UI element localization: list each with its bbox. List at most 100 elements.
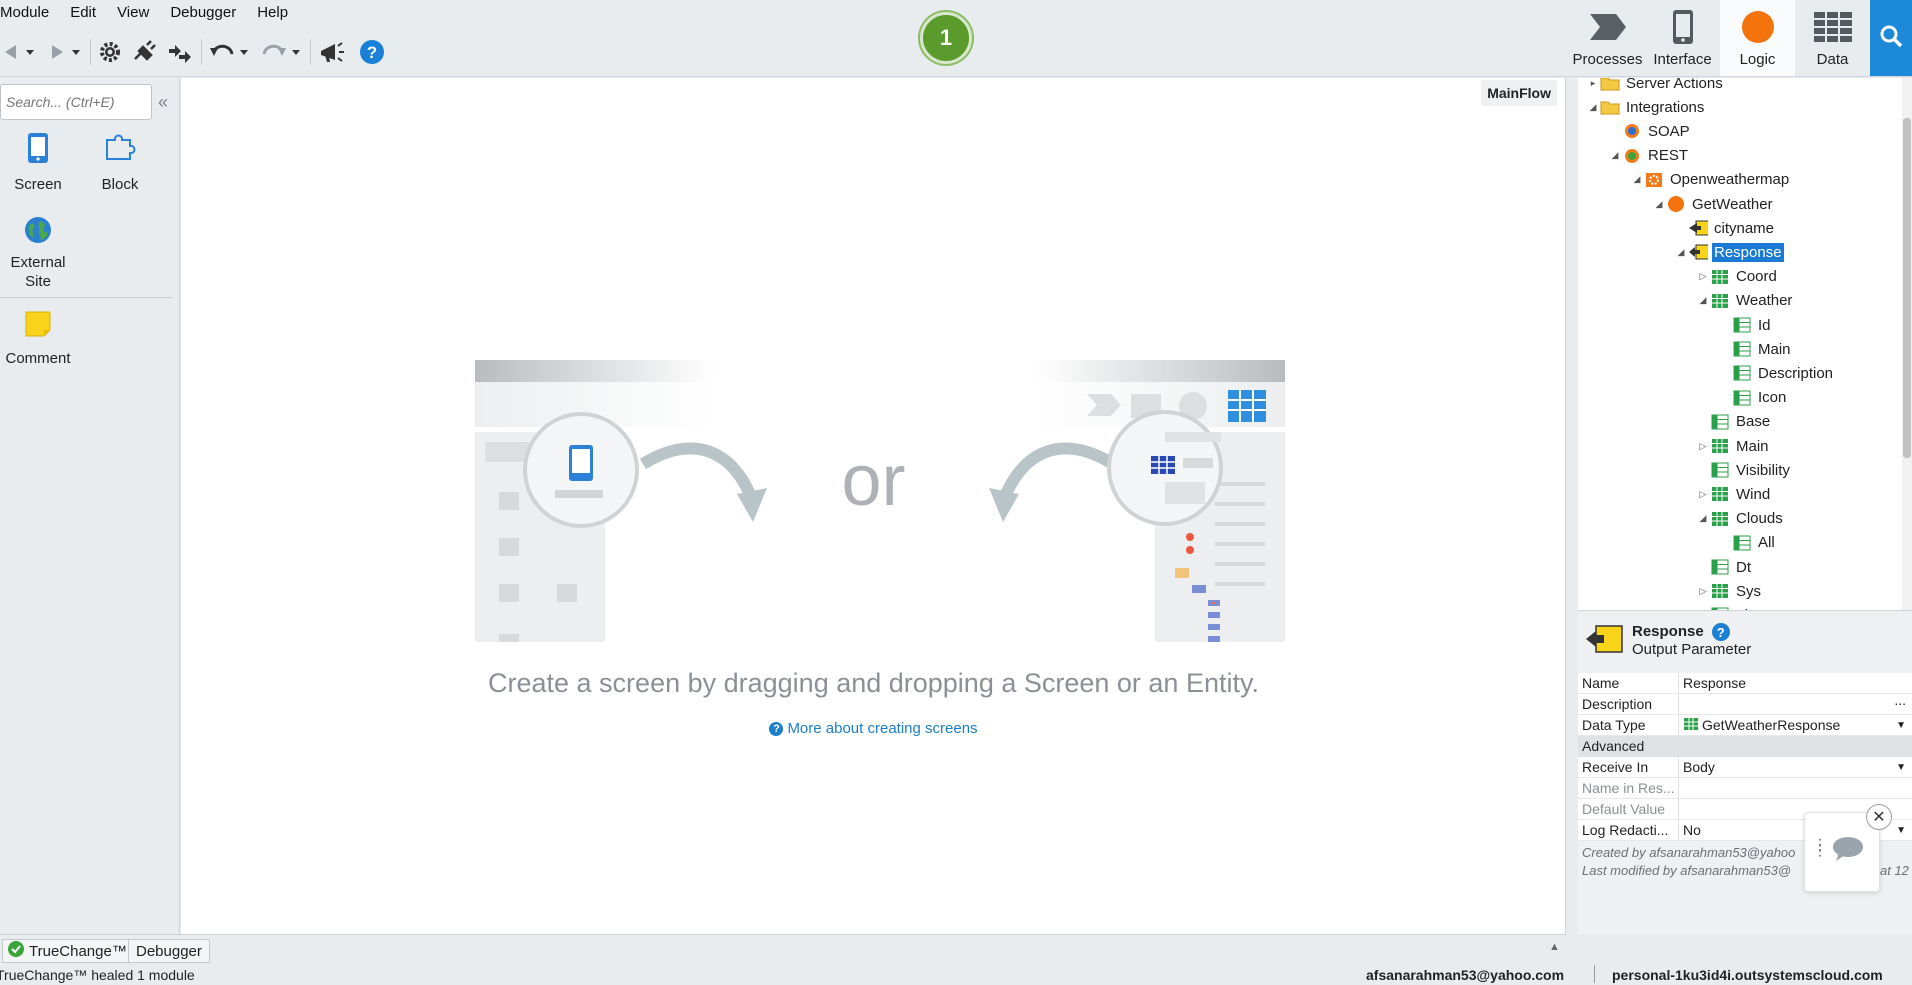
tree-node[interactable]: Main <box>1718 338 1793 360</box>
tab-truechange[interactable]: TrueChange™ <box>2 939 135 963</box>
prop-value[interactable]: Response <box>1679 673 1912 693</box>
tree-expander-icon[interactable]: ◢ <box>1696 513 1710 524</box>
tab-processes[interactable]: Processes <box>1570 0 1645 76</box>
forward-history-dropdown-icon[interactable] <box>70 38 82 66</box>
back-history-dropdown-icon[interactable] <box>24 38 36 66</box>
expand-panel-icon[interactable]: ▲ <box>1549 941 1560 953</box>
tree-expander-icon[interactable]: ◢ <box>1674 247 1688 258</box>
tree-expander-icon[interactable]: ◢ <box>1630 174 1644 185</box>
tree-node[interactable]: ◢ GetWeather <box>1652 193 1775 215</box>
tree-node[interactable]: ◢ Clouds <box>1696 508 1785 530</box>
prop-row-receive-in[interactable]: Receive In Body ▼ <box>1578 757 1912 778</box>
prop-value[interactable]: ... <box>1679 692 1912 714</box>
top-bar: Module Edit View Debugger Help ? 1 Proce… <box>0 0 1912 77</box>
toolbox-screen[interactable]: Screen <box>10 132 66 194</box>
structure-icon <box>1710 437 1730 455</box>
help-icon[interactable]: ? <box>359 38 385 66</box>
plug-icon[interactable] <box>131 38 159 66</box>
menu-edit[interactable]: Edit <box>70 0 105 26</box>
settings-gear-icon[interactable] <box>97 38 123 66</box>
help-icon[interactable]: ? <box>1711 623 1730 642</box>
tab-data[interactable]: Data <box>1795 0 1870 76</box>
redo-icon[interactable] <box>260 38 288 66</box>
dropdown-arrow-icon[interactable]: ▼ <box>1896 720 1906 731</box>
tree-expander-icon[interactable]: ▷ <box>1696 586 1710 597</box>
tree-expander-icon[interactable]: ▸ <box>1586 78 1600 89</box>
tree-expander-icon[interactable]: ▷ <box>1696 489 1710 500</box>
ellipsis-button[interactable]: ... <box>1894 692 1906 708</box>
tree-node[interactable]: ◢ Response <box>1674 241 1784 263</box>
tree-node[interactable]: SOAP <box>1608 120 1692 142</box>
tree-node[interactable]: cityname <box>1674 217 1776 239</box>
prop-row-name-in-response[interactable]: Name in Res... <box>1578 778 1912 799</box>
drag-handle-icon[interactable]: ⋮ ⋮ <box>1813 837 1827 857</box>
menu-help[interactable]: Help <box>257 0 297 26</box>
prop-row-description[interactable]: Description ... <box>1578 692 1912 715</box>
tree-node[interactable]: Visibility <box>1696 459 1792 481</box>
tree-node[interactable]: All <box>1718 532 1777 554</box>
tree-expander-icon[interactable]: ▷ <box>1696 271 1710 282</box>
dropdown-arrow-icon[interactable]: ▼ <box>1896 762 1906 773</box>
tree-expander-icon[interactable]: ◢ <box>1586 102 1600 113</box>
tree-node[interactable]: ◢ Integrations <box>1586 96 1706 118</box>
tree-scrollbar-thumb[interactable] <box>1903 118 1911 458</box>
tree-node[interactable]: ◢ REST <box>1608 145 1690 167</box>
tree-node[interactable]: Icon <box>1718 387 1788 409</box>
folder-icon <box>1600 98 1620 116</box>
dropdown-arrow-icon[interactable]: ▼ <box>1896 825 1906 836</box>
prop-value[interactable]: Body ▼ <box>1679 757 1912 777</box>
toolbox-block[interactable]: Block <box>90 132 150 194</box>
tree-node[interactable]: Id <box>1718 314 1773 336</box>
prop-row-name[interactable]: Name Response <box>1578 673 1912 694</box>
tree-node[interactable]: ◢ Openweathermap <box>1630 169 1791 191</box>
prop-value[interactable]: GetWeatherResponse ▼ <box>1679 715 1912 735</box>
divider <box>0 297 172 298</box>
tree-expander-icon[interactable]: ▷ <box>1696 441 1710 452</box>
flow-canvas[interactable]: MainFlow or Create a screen by dragging … <box>181 78 1566 934</box>
tree-node[interactable]: Dt <box>1696 556 1753 578</box>
collapse-panel-icon[interactable]: « <box>158 92 168 113</box>
mobile-device-icon <box>1671 7 1695 47</box>
svg-text:?: ? <box>367 43 377 62</box>
tree-node-label: Wind <box>1736 485 1771 503</box>
tree-scrollbar[interactable] <box>1902 78 1912 610</box>
tree-expander-icon[interactable]: ◢ <box>1652 199 1666 210</box>
tree-node[interactable]: ◢ Weather <box>1696 290 1794 312</box>
tree-node[interactable]: ▸ Server Actions <box>1586 78 1725 94</box>
menu-module[interactable]: Module <box>0 0 58 26</box>
menu-view[interactable]: View <box>117 0 158 26</box>
more-about-screens-link[interactable]: ? More about creating screens <box>181 720 1566 737</box>
plug-branch-icon[interactable] <box>165 38 193 66</box>
tab-debugger[interactable]: Debugger <box>128 939 210 963</box>
undo-icon[interactable] <box>208 38 236 66</box>
tree-node[interactable]: Description <box>1718 362 1835 384</box>
tree-expander-icon[interactable]: ◢ <box>1608 150 1622 161</box>
toolbox-search-input[interactable] <box>0 84 152 120</box>
forward-icon[interactable] <box>46 38 68 66</box>
prop-row-data-type[interactable]: Data Type GetWeatherResponse ▼ <box>1578 715 1912 736</box>
toolbox-external-site[interactable]: External Site <box>6 216 70 291</box>
global-search-button[interactable] <box>1870 0 1912 76</box>
undo-dropdown-icon[interactable] <box>238 38 250 66</box>
tree-node[interactable]: ▷ Sys <box>1696 580 1763 602</box>
tree-node[interactable]: ▷ Main <box>1696 435 1771 457</box>
prop-value[interactable] <box>1679 778 1912 798</box>
tab-interface[interactable]: Interface <box>1645 0 1720 76</box>
toolbox-comment[interactable]: Comment <box>4 310 72 368</box>
tree-node[interactable]: ▷ Wind <box>1696 483 1772 505</box>
prop-key: Data Type <box>1578 715 1679 735</box>
menu-bar: Module Edit View Debugger Help <box>0 0 309 26</box>
megaphone-feedback-icon[interactable] <box>317 38 347 66</box>
close-chat-icon[interactable]: ✕ <box>1866 804 1892 830</box>
tab-logic[interactable]: Logic <box>1720 0 1795 76</box>
redo-dropdown-icon[interactable] <box>290 38 302 66</box>
advanced-section-header[interactable]: Advanced <box>1578 736 1912 757</box>
tree-node[interactable]: ▷ Coord <box>1696 266 1779 288</box>
tree-node[interactable]: Base <box>1696 411 1772 433</box>
sticky-note-icon <box>24 310 52 343</box>
publish-button[interactable]: 1 <box>920 12 972 64</box>
menu-debugger[interactable]: Debugger <box>170 0 245 26</box>
tree-expander-icon[interactable]: ◢ <box>1696 295 1710 306</box>
back-icon[interactable] <box>0 38 22 66</box>
log-redaction-value: No <box>1683 822 1701 838</box>
